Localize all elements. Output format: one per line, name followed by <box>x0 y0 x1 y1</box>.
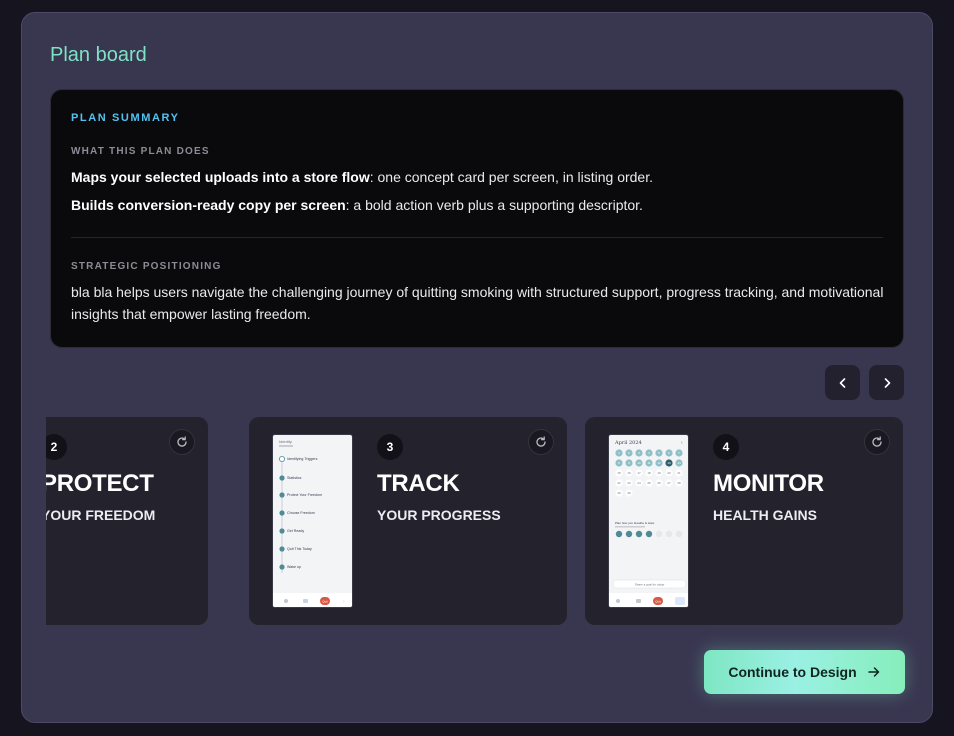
week-dot <box>675 530 683 538</box>
calendar-day-label: 12 <box>657 461 661 465</box>
svg-text:Quit This Today: Quit This Today <box>287 547 312 551</box>
concept-card-4[interactable]: April 2024 ‹ 1 2 3 4 5 6 7 8 9 10 11 12 13 14 15 16 17 18… <box>585 417 903 625</box>
week-dot <box>625 530 633 538</box>
summary-item: Builds conversion-ready copy per screen:… <box>71 197 643 213</box>
calendar-day-label: 14 <box>677 461 681 465</box>
calendar-day-label: 23 <box>627 481 631 485</box>
week-dot <box>655 530 663 538</box>
card-subline: HEALTH GAINS <box>713 507 817 523</box>
svg-text:Get Ready: Get Ready <box>287 529 304 533</box>
calendar-day-label: 13 <box>667 461 671 465</box>
progress-steps-screenshot: Identity Identifying Triggers Statistics… <box>273 439 352 607</box>
refresh-icon <box>177 436 187 447</box>
regenerate-button[interactable] <box>864 429 890 455</box>
calendar-day-label: 10 <box>637 461 641 465</box>
calendar-day-label: 24 <box>637 481 641 485</box>
what-plan-does-heading: WHAT THIS PLAN DOES <box>71 146 210 157</box>
carousel-next-button[interactable] <box>869 365 904 400</box>
strategic-positioning-heading: STRATEGIC POSITIONING <box>71 261 222 272</box>
card-headline: TRACK <box>377 470 460 497</box>
calendar-day-label: 27 <box>667 481 671 485</box>
summary-heading: PLAN SUMMARY <box>71 112 180 124</box>
calendar-day-label: 11 <box>647 461 650 465</box>
thumb-header-text: Identity <box>279 439 292 444</box>
carousel-prev-button[interactable] <box>825 365 860 400</box>
calendar-day-label: 28 <box>677 481 681 485</box>
card-subline: YOUR FREEDOM <box>46 507 156 523</box>
card-number-badge: 4 <box>713 434 739 460</box>
calendar-day-label: 15 <box>617 471 621 475</box>
svg-text:Wake up: Wake up <box>287 565 301 569</box>
calendar-day-label: 21 <box>677 471 681 475</box>
week-dot <box>635 530 643 538</box>
concept-card-2[interactable]: 2 PROTECT YOUR FREEDOM <box>46 417 208 625</box>
svg-text:Choose Freedom: Choose Freedom <box>287 511 315 515</box>
card-number-badge: 3 <box>377 434 403 460</box>
calendar-day-label: 26 <box>657 481 661 485</box>
calendar-day-label: 16 <box>627 471 631 475</box>
calendar-day-label: 29 <box>617 491 621 495</box>
plan-summary-box: PLAN SUMMARY WHAT THIS PLAN DOES Maps yo… <box>50 89 904 348</box>
svg-text:‹: ‹ <box>681 440 683 446</box>
calendar-day-label: 25 <box>647 481 651 485</box>
svg-text:Plan how you breathe & relax: Plan how you breathe & relax <box>615 521 655 525</box>
week-dot <box>645 530 653 538</box>
screen-thumbnail: Identity Identifying Triggers Statistics… <box>272 434 353 608</box>
arrow-right-icon <box>867 667 879 677</box>
svg-text:Share a goal for today: Share a goal for today <box>635 582 665 586</box>
continue-label: Continue to Design <box>728 664 857 680</box>
panel-title: Plan board <box>50 44 147 66</box>
svg-text:Statistics: Statistics <box>287 476 302 480</box>
week-dot <box>615 530 623 538</box>
chevron-right-icon <box>884 377 890 388</box>
step-list: Identifying Triggers Statistics Protect … <box>279 455 322 570</box>
svg-text:Quit: Quit <box>655 600 661 604</box>
chevron-left-icon <box>839 377 845 388</box>
strategic-positioning-text: bla bla helps users navigate the challen… <box>71 284 884 322</box>
calendar-day-label: 17 <box>637 471 641 475</box>
card-subline: YOUR PROGRESS <box>377 507 501 523</box>
concept-card-3[interactable]: Identity Identifying Triggers Statistics… <box>249 417 567 625</box>
concept-card-carousel: 2 PROTECT YOUR FREEDOM Identity Identify… <box>46 417 905 627</box>
svg-text:Quit: Quit <box>322 600 328 604</box>
calendar-day-label: 22 <box>617 481 621 485</box>
calendar-grid: 1 2 3 4 5 6 78 9 10 11 12 13 1415 16 17 18 19 20 2122 23 24 2… <box>615 449 683 497</box>
screen-thumbnail: April 2024 ‹ 1 2 3 4 5 6 7 8 9 10 11 12 13 14 15 16 17 18… <box>608 434 689 608</box>
regenerate-button[interactable] <box>169 429 195 455</box>
summary-item: Maps your selected uploads into a store … <box>71 169 654 185</box>
calendar-day-label: 19 <box>657 471 661 475</box>
card-headline: MONITOR <box>713 470 824 497</box>
calendar-day-label: 30 <box>627 491 631 495</box>
thumb-header-text: April 2024 <box>614 440 642 446</box>
calendar-screenshot: April 2024 ‹ 1 2 3 4 5 6 78 9 10 11 12 13 1415 16 17 18… <box>609 440 688 607</box>
card-headline: PROTECT <box>46 470 154 497</box>
week-dot <box>665 530 673 538</box>
plan-board-panel: Plan board PLAN SUMMARY WHAT THIS PLAN D… <box>21 12 933 723</box>
refresh-icon <box>536 436 546 447</box>
svg-text:Identifying Triggers: Identifying Triggers <box>287 457 318 461</box>
continue-to-design-button[interactable]: Continue to Design <box>704 650 905 694</box>
refresh-icon <box>872 436 882 447</box>
svg-text:Protect Your Freedom: Protect Your Freedom <box>287 493 322 497</box>
regenerate-button[interactable] <box>528 429 554 455</box>
calendar-day-label: 18 <box>647 471 651 475</box>
card-number-badge: 2 <box>46 434 67 460</box>
calendar-day-label: 20 <box>667 471 671 475</box>
summary-divider <box>71 237 883 238</box>
